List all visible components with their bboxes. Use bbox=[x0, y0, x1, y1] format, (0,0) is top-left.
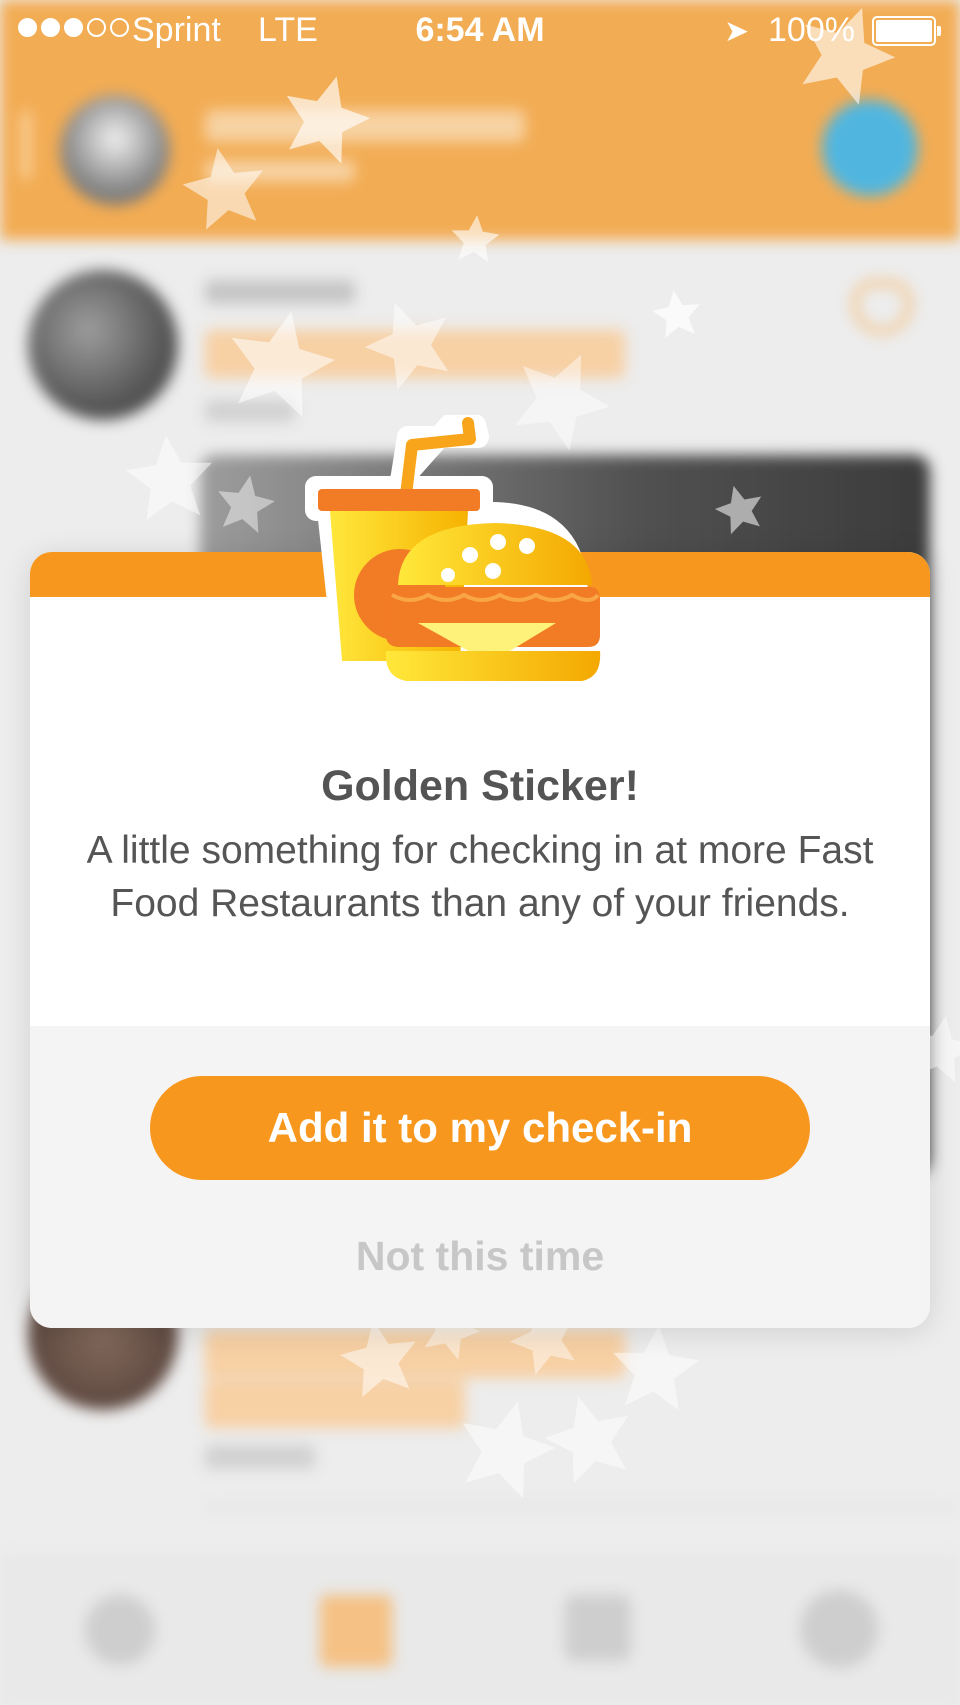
not-this-time-button[interactable]: Not this time bbox=[30, 1226, 930, 1286]
fast-food-sticker-icon bbox=[305, 415, 601, 681]
dialog-actions: Add it to my check-in Not this time bbox=[30, 1026, 930, 1328]
add-to-checkin-button[interactable]: Add it to my check-in bbox=[150, 1076, 810, 1180]
battery-percentage: 100% bbox=[768, 11, 855, 49]
battery-icon bbox=[872, 16, 941, 46]
status-bar: Sprint LTE 6:54 AM ➤ 100% bbox=[0, 0, 960, 60]
dialog-description: A little something for checking in at mo… bbox=[86, 829, 874, 925]
location-arrow-icon: ➤ bbox=[724, 15, 750, 48]
dialog-title: Golden Sticker! bbox=[321, 762, 639, 810]
